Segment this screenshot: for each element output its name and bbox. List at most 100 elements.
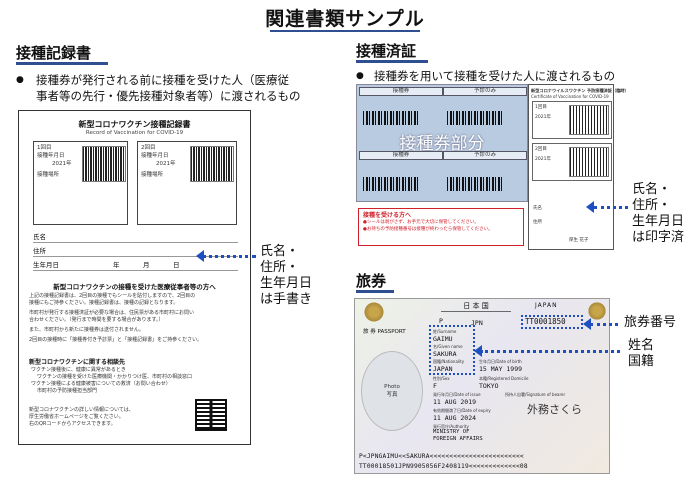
passport-section-title: 旅券	[356, 272, 387, 290]
record-section-title: 接種記録書	[16, 44, 92, 62]
chrysanthemum-emblem-icon	[363, 301, 385, 323]
cert-printed-arrow	[594, 206, 628, 209]
issue-value: 11 AUG 2019	[433, 398, 477, 406]
photo-label: Photo	[384, 384, 400, 390]
cert-section-title: 接種済証	[356, 42, 417, 60]
expiry-value: 11 AUG 2024	[433, 414, 477, 422]
mrz-line-2: TT00018501JPN9905056F2408119<<<<<<<<<<<<…	[359, 463, 528, 470]
record-desc-line2: 事者等の先行・優先接種対象者等）に渡されるもの	[36, 89, 301, 103]
passport-number-arrow	[590, 323, 618, 326]
consult-item: 市町村の予防接種担当部門	[37, 388, 98, 394]
record-desc-line1: 接種券が発行される前に接種を受けた人（医療従	[36, 73, 289, 87]
nationality-value: JAPAN	[433, 365, 453, 373]
vaccine-sticker	[82, 146, 126, 182]
passport-name-arrow	[480, 350, 620, 353]
annotation-line: は手書き	[260, 292, 313, 307]
footer-line: 厚生労働省ホームページをご覧ください。	[29, 414, 124, 420]
record-dose1-place-label: 接種場所	[37, 172, 60, 178]
cert-dose2-label: 2回目	[535, 147, 547, 152]
cert-dose1-year: 2021年	[535, 115, 551, 120]
authority-line: MINISTRY OF	[433, 429, 470, 435]
annotation-line: 住所・	[632, 198, 672, 213]
cert-description: ● 接種券を用いて接種を受けた人に渡されるもの	[356, 68, 676, 84]
arrow-left-icon	[583, 318, 591, 330]
bullet-icon: ●	[356, 71, 364, 81]
record-dob-year-unit: 年	[113, 261, 120, 269]
photo-label: 写真	[386, 392, 398, 398]
consult-item: ワクチンの接種を受けた医療機関・かかりつけ医、市町村の相談窓口	[37, 374, 193, 380]
issue-label: 発行年月日/Date of issue	[433, 392, 481, 397]
notice-item: 接種にもご持参ください。接種記録書は、接種の記録となります。	[29, 300, 179, 306]
bullet-icon: ●	[16, 75, 24, 85]
record-dob-day-unit: 日	[173, 261, 180, 269]
coupon-header-row: 接種券 予診のみ	[359, 151, 527, 160]
passport-header-en: JAPAN	[535, 302, 558, 309]
consult-item: ワクチン接種による健康被害についての救済（お問い合わせ）	[31, 381, 171, 387]
record-notice-title: 新型コロナワクチンの接種を受けた医療従事者等の方へ	[53, 283, 216, 291]
red-notice-title: 接種を受ける方へ	[363, 212, 412, 219]
authority-line: FOREIGN AFFAIRS	[433, 436, 483, 442]
cert-red-notice: 接種を受ける方へ ●シールは剥がさず、お手元で大切に保管してください。 ●お持ち…	[358, 208, 524, 246]
passport-name-annotation: 姓名 国籍	[628, 338, 654, 370]
passport-title-underline	[356, 290, 394, 293]
passport-photo: Photo 写真	[361, 351, 423, 431]
annotation-line: 氏名・	[632, 182, 672, 197]
footer-line: 右のQRコードからアクセスできます。	[29, 421, 116, 427]
cert-desc-text: 接種券を用いて接種を受けた人に渡されるもの	[374, 69, 616, 83]
nationality-label: 国籍/Nationality	[433, 359, 465, 364]
record-dose2-date-label: 接種年月日	[141, 153, 169, 159]
cert-dose2-year: 2021年	[535, 157, 551, 162]
vaccine-sticker	[190, 146, 234, 182]
sex-label: 性別/Sex	[433, 376, 450, 381]
cert-address-label: 住所	[533, 220, 542, 225]
notice-item: 上記の接種記録書は、2回目の接種でもシールを貼付しますので、2回目の	[29, 293, 196, 299]
record-dose1-box: 1回目 接種年月日 2021年 接種場所	[33, 141, 128, 225]
surname-value: GAIMU	[433, 335, 453, 343]
cert-name-label: 氏名	[533, 206, 542, 211]
record-document: 新型コロナワクチン接種記録書 Record of Vaccination for…	[18, 110, 251, 445]
vaccine-sticker	[569, 105, 609, 135]
cert-name-value: 厚生 花子	[569, 238, 589, 243]
record-title-underline	[16, 62, 108, 65]
surname-label: 姓/Surname	[433, 329, 457, 334]
passport-type: P	[439, 317, 443, 325]
mrz-line-1: P<JPNGAIMU<<SAKURA<<<<<<<<<<<<<<<<<<<<<<…	[359, 453, 524, 460]
record-dose2-place-label: 接種場所	[141, 172, 164, 178]
notice-item: また、市町村から新たに接種券は送付されません。	[29, 327, 144, 333]
sex-value: F	[433, 382, 437, 390]
barcode-icon	[447, 111, 502, 125]
cert-dose2-box: 2回目 2021年	[532, 143, 612, 181]
record-dob-field: 生年月日 年 月 日	[33, 259, 238, 271]
record-address-label: 住所	[33, 247, 46, 255]
annotation-line: 生年月日	[632, 214, 685, 229]
barcode-icon	[447, 177, 502, 191]
record-dose2-label: 2回目	[141, 145, 156, 151]
dob-label: 生年月日/Date of birth	[479, 359, 522, 364]
coupon-col-header: 接種券	[359, 87, 443, 96]
record-description: ● 接種券が発行される前に接種を受けた人（医療従 事者等の先行・優先接種対象者等…	[16, 72, 336, 104]
annotation-line: 国籍	[628, 354, 655, 369]
record-name-label: 氏名	[33, 233, 46, 241]
record-dose1-date-label: 接種年月日	[37, 153, 65, 159]
barcode-icon	[363, 177, 418, 191]
signature-label: 所持人自署/Signature of bearer	[505, 392, 566, 397]
record-doc-title: 新型コロナワクチン接種記録書	[78, 120, 191, 129]
annotation-line: 氏名・	[260, 244, 300, 259]
dob-value: 15 MAY 1999	[479, 365, 523, 373]
cert-document: 新型コロナウイルスワクチン 予防接種済証（臨時） Certificate of …	[528, 84, 629, 250]
barcode-icon	[363, 111, 418, 125]
cert-coupon-panel: 接種券 予診のみ 接種券部分 接種券 予診のみ	[356, 84, 528, 202]
vaccine-sticker	[569, 147, 609, 177]
record-handwritten-arrow	[202, 255, 256, 258]
given-name-value: SAKURA	[433, 350, 457, 358]
passport-number: TT0001850	[525, 317, 566, 326]
annotation-line: は印字済	[632, 230, 685, 245]
cert-dose1-box: 1回目 2021年	[532, 101, 612, 139]
domicile-label: 本籍/Registered Domicile	[479, 376, 529, 381]
passport-number-annotation: 旅券番号	[624, 315, 677, 330]
record-dose1-year: 2021年	[52, 161, 72, 167]
qr-code-icon	[195, 399, 227, 431]
page-title: 関連書類サンプル	[265, 8, 425, 32]
record-notice-list: 上記の接種記録書は、2回目の接種でもシールを貼付しますので、2回目の 接種にもご…	[29, 293, 244, 344]
arrow-left-icon	[586, 201, 594, 213]
